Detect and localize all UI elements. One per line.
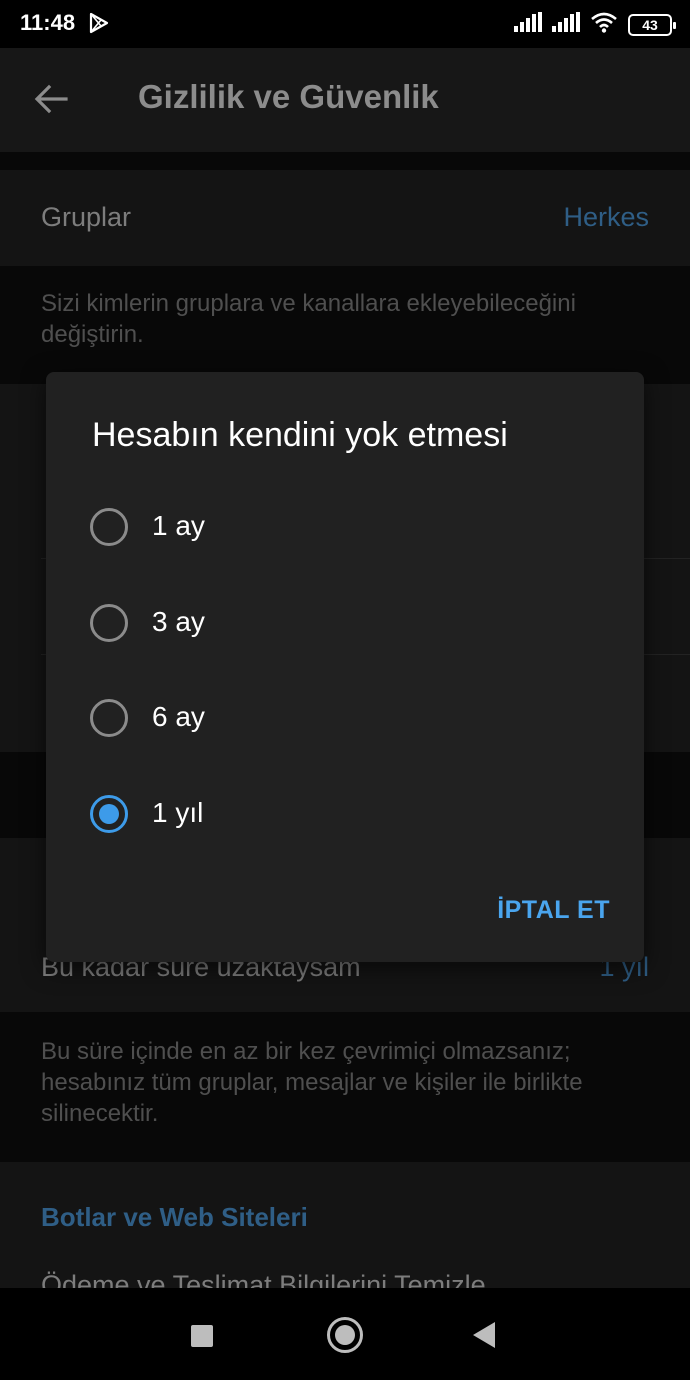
option-3-months[interactable]: 3 ay bbox=[46, 575, 644, 671]
back-icon[interactable] bbox=[473, 1322, 495, 1348]
app-bar: Gizlilik ve Güvenlik bbox=[0, 48, 690, 152]
groups-row-label: Gruplar bbox=[41, 202, 132, 232]
recent-apps-icon[interactable] bbox=[191, 1325, 213, 1347]
home-icon[interactable] bbox=[327, 1317, 363, 1353]
play-store-icon bbox=[88, 12, 110, 39]
option-label: 3 ay bbox=[152, 606, 205, 637]
groups-hint: Sizi kimlerin gruplara ve kanallara ekle… bbox=[41, 290, 576, 348]
self-destruct-dialog: Hesabın kendini yok etmesi 1 ay 3 ay 6 a… bbox=[46, 372, 644, 962]
groups-row-value: Herkes bbox=[563, 202, 649, 232]
groups-hint-block: Sizi kimlerin gruplara ve kanallara ekle… bbox=[0, 266, 690, 384]
page-title: Gizlilik ve Güvenlik bbox=[138, 78, 439, 115]
option-label: 1 yıl bbox=[152, 797, 204, 828]
status-time: 11:48 bbox=[20, 10, 76, 35]
battery-icon: 43 bbox=[628, 13, 676, 36]
radio-checked-icon[interactable] bbox=[90, 795, 128, 833]
groups-row[interactable]: Gruplar Herkes bbox=[0, 170, 690, 266]
clear-payment-row[interactable]: Ödeme ve Teslimat Bilgilerini Temizle bbox=[41, 1270, 486, 1288]
option-label: 6 ay bbox=[152, 701, 205, 732]
status-icons: 43 bbox=[514, 11, 676, 38]
radio-icon[interactable] bbox=[90, 604, 128, 642]
dialog-title: Hesabın kendini yok etmesi bbox=[92, 416, 508, 454]
self-destruct-hint-block: Bu süre içinde en az bir kez çevrimiçi o… bbox=[0, 1012, 690, 1162]
self-destruct-hint: Bu süre içinde en az bir kez çevrimiçi o… bbox=[41, 1038, 583, 1127]
option-1-year[interactable]: 1 yıl bbox=[46, 766, 644, 862]
option-6-months[interactable]: 6 ay bbox=[46, 670, 644, 766]
option-1-month[interactable]: 1 ay bbox=[46, 479, 644, 575]
radio-icon[interactable] bbox=[90, 508, 128, 546]
radio-icon[interactable] bbox=[90, 699, 128, 737]
status-bar: 11:48 43 bbox=[0, 0, 690, 48]
bots-section: Botlar ve Web Siteleri Ödeme ve Teslimat… bbox=[0, 1162, 690, 1288]
cancel-button[interactable]: İPTAL ET bbox=[497, 896, 610, 925]
signal-icon-2 bbox=[552, 12, 580, 37]
bots-section-header: Botlar ve Web Siteleri bbox=[41, 1202, 308, 1232]
nav-bar bbox=[0, 1288, 690, 1380]
wifi-icon bbox=[590, 11, 618, 38]
spacer bbox=[0, 152, 690, 170]
arrow-left-icon[interactable] bbox=[34, 84, 68, 119]
signal-icon bbox=[514, 12, 542, 37]
option-label: 1 ay bbox=[152, 510, 205, 541]
